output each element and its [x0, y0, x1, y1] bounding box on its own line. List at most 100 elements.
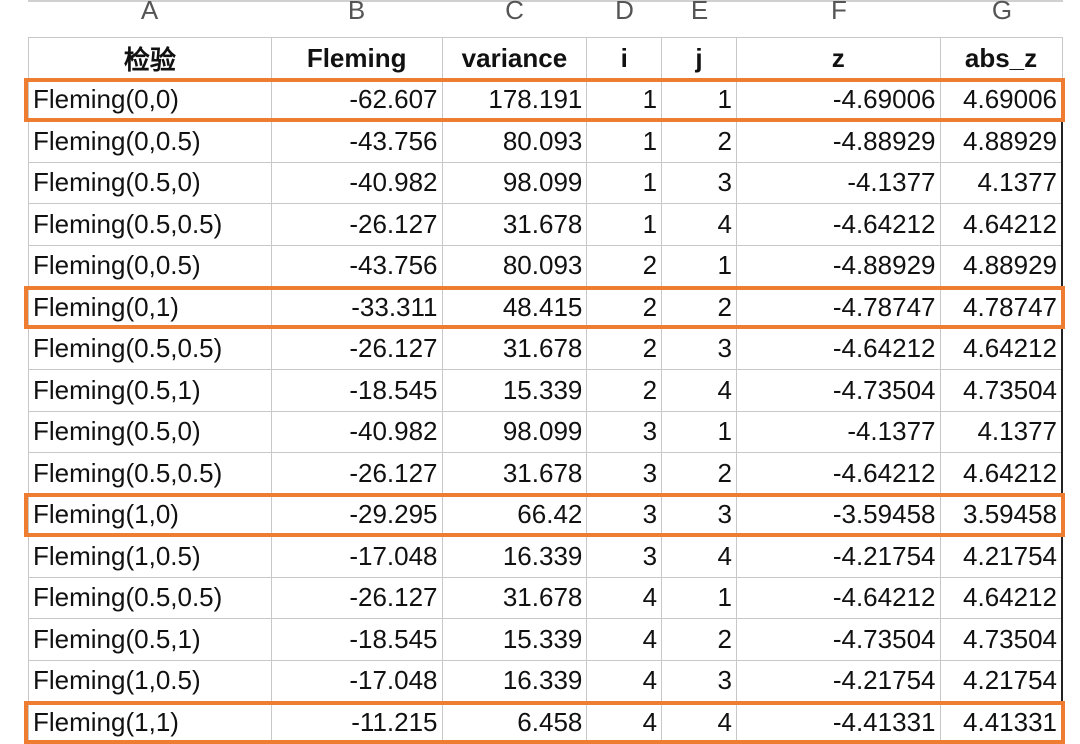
column-letter-d[interactable]: D [587, 0, 662, 23]
cell-j[interactable]: 2 [662, 287, 737, 329]
cell-j[interactable]: 1 [662, 411, 737, 453]
cell-test[interactable]: Fleming(0,1) [29, 287, 272, 329]
cell-variance[interactable]: 31.678 [442, 204, 587, 246]
cell-abs-z[interactable]: 4.64212 [940, 577, 1062, 619]
cell-i[interactable]: 4 [587, 660, 662, 702]
cell-z[interactable]: -4.78747 [736, 287, 940, 329]
header-j[interactable]: j [662, 38, 737, 80]
cell-z[interactable]: -4.21754 [736, 536, 940, 578]
cell-i[interactable]: 3 [587, 453, 662, 495]
cell-variance[interactable]: 98.099 [442, 162, 587, 204]
cell-test[interactable]: Fleming(1,0.5) [29, 536, 272, 578]
cell-j[interactable]: 1 [662, 245, 737, 287]
cell-fleming[interactable]: -40.982 [271, 162, 442, 204]
header-test[interactable]: 检验 [29, 38, 272, 80]
cell-j[interactable]: 2 [662, 453, 737, 495]
cell-abs-z[interactable]: 4.1377 [940, 411, 1062, 453]
cell-i[interactable]: 3 [587, 536, 662, 578]
cell-j[interactable]: 4 [662, 370, 737, 412]
cell-i[interactable]: 2 [587, 245, 662, 287]
cell-test[interactable]: Fleming(1,1) [29, 702, 272, 744]
cell-abs-z[interactable]: 4.64212 [940, 204, 1062, 246]
cell-abs-z[interactable]: 4.88929 [940, 121, 1062, 163]
cell-z[interactable]: -4.64212 [736, 328, 940, 370]
cell-test[interactable]: Fleming(0,0.5) [29, 121, 272, 163]
cell-test[interactable]: Fleming(0.5,0.5) [29, 577, 272, 619]
cell-abs-z[interactable]: 4.64212 [940, 328, 1062, 370]
column-letter-c[interactable]: C [442, 0, 587, 23]
cell-variance[interactable]: 31.678 [442, 577, 587, 619]
header-abs-z[interactable]: abs_z [940, 38, 1062, 80]
cell-variance[interactable]: 80.093 [442, 121, 587, 163]
cell-variance[interactable]: 16.339 [442, 536, 587, 578]
cell-variance[interactable]: 80.093 [442, 245, 587, 287]
cell-test[interactable]: Fleming(1,0) [29, 494, 272, 536]
cell-j[interactable]: 3 [662, 660, 737, 702]
cell-j[interactable]: 4 [662, 702, 737, 744]
cell-i[interactable]: 3 [587, 411, 662, 453]
cell-abs-z[interactable]: 4.21754 [940, 660, 1062, 702]
cell-fleming[interactable]: -11.215 [271, 702, 442, 744]
cell-z[interactable]: -4.64212 [736, 577, 940, 619]
cell-variance[interactable]: 15.339 [442, 370, 587, 412]
cell-i[interactable]: 2 [587, 370, 662, 412]
cell-i[interactable]: 3 [587, 494, 662, 536]
column-letter-a[interactable]: A [28, 0, 271, 23]
cell-test[interactable]: Fleming(0.5,0.5) [29, 328, 272, 370]
cell-abs-z[interactable]: 4.1377 [940, 162, 1062, 204]
cell-i[interactable]: 1 [587, 204, 662, 246]
cell-z[interactable]: -4.64212 [736, 453, 940, 495]
cell-test[interactable]: Fleming(1,0.5) [29, 660, 272, 702]
cell-fleming[interactable]: -33.311 [271, 287, 442, 329]
cell-i[interactable]: 4 [587, 577, 662, 619]
column-letter-g[interactable]: G [941, 0, 1063, 23]
cell-z[interactable]: -3.59458 [736, 494, 940, 536]
cell-j[interactable]: 1 [662, 577, 737, 619]
cell-test[interactable]: Fleming(0.5,0) [29, 162, 272, 204]
cell-fleming[interactable]: -26.127 [271, 453, 442, 495]
cell-j[interactable]: 2 [662, 619, 737, 661]
cell-j[interactable]: 1 [662, 79, 737, 121]
cell-i[interactable]: 1 [587, 162, 662, 204]
cell-fleming[interactable]: -17.048 [271, 536, 442, 578]
header-fleming[interactable]: Fleming [271, 38, 442, 80]
column-letter-f[interactable]: F [737, 0, 941, 23]
cell-variance[interactable]: 6.458 [442, 702, 587, 744]
header-i[interactable]: i [587, 38, 662, 80]
cell-j[interactable]: 4 [662, 536, 737, 578]
cell-z[interactable]: -4.73504 [736, 619, 940, 661]
cell-j[interactable]: 2 [662, 121, 737, 163]
cell-fleming[interactable]: -43.756 [271, 121, 442, 163]
cell-variance[interactable]: 31.678 [442, 453, 587, 495]
cell-variance[interactable]: 98.099 [442, 411, 587, 453]
cell-variance[interactable]: 15.339 [442, 619, 587, 661]
cell-test[interactable]: Fleming(0.5,0) [29, 411, 272, 453]
cell-fleming[interactable]: -26.127 [271, 577, 442, 619]
cell-z[interactable]: -4.1377 [736, 411, 940, 453]
cell-test[interactable]: Fleming(0,0.5) [29, 245, 272, 287]
cell-fleming[interactable]: -26.127 [271, 204, 442, 246]
cell-variance[interactable]: 66.42 [442, 494, 587, 536]
cell-test[interactable]: Fleming(0.5,1) [29, 619, 272, 661]
cell-i[interactable]: 2 [587, 328, 662, 370]
cell-abs-z[interactable]: 3.59458 [940, 494, 1062, 536]
cell-j[interactable]: 3 [662, 162, 737, 204]
cell-j[interactable]: 4 [662, 204, 737, 246]
cell-variance[interactable]: 31.678 [442, 328, 587, 370]
cell-z[interactable]: -4.69006 [736, 79, 940, 121]
cell-z[interactable]: -4.88929 [736, 245, 940, 287]
cell-abs-z[interactable]: 4.41331 [940, 702, 1062, 744]
cell-fleming[interactable]: -62.607 [271, 79, 442, 121]
cell-z[interactable]: -4.21754 [736, 660, 940, 702]
cell-test[interactable]: Fleming(0.5,0.5) [29, 204, 272, 246]
cell-abs-z[interactable]: 4.88929 [940, 245, 1062, 287]
cell-abs-z[interactable]: 4.69006 [940, 79, 1062, 121]
cell-i[interactable]: 1 [587, 121, 662, 163]
cell-i[interactable]: 1 [587, 79, 662, 121]
cell-test[interactable]: Fleming(0.5,0.5) [29, 453, 272, 495]
cell-abs-z[interactable]: 4.73504 [940, 370, 1062, 412]
cell-z[interactable]: -4.64212 [736, 204, 940, 246]
cell-i[interactable]: 2 [587, 287, 662, 329]
cell-fleming[interactable]: -18.545 [271, 370, 442, 412]
cell-fleming[interactable]: -40.982 [271, 411, 442, 453]
